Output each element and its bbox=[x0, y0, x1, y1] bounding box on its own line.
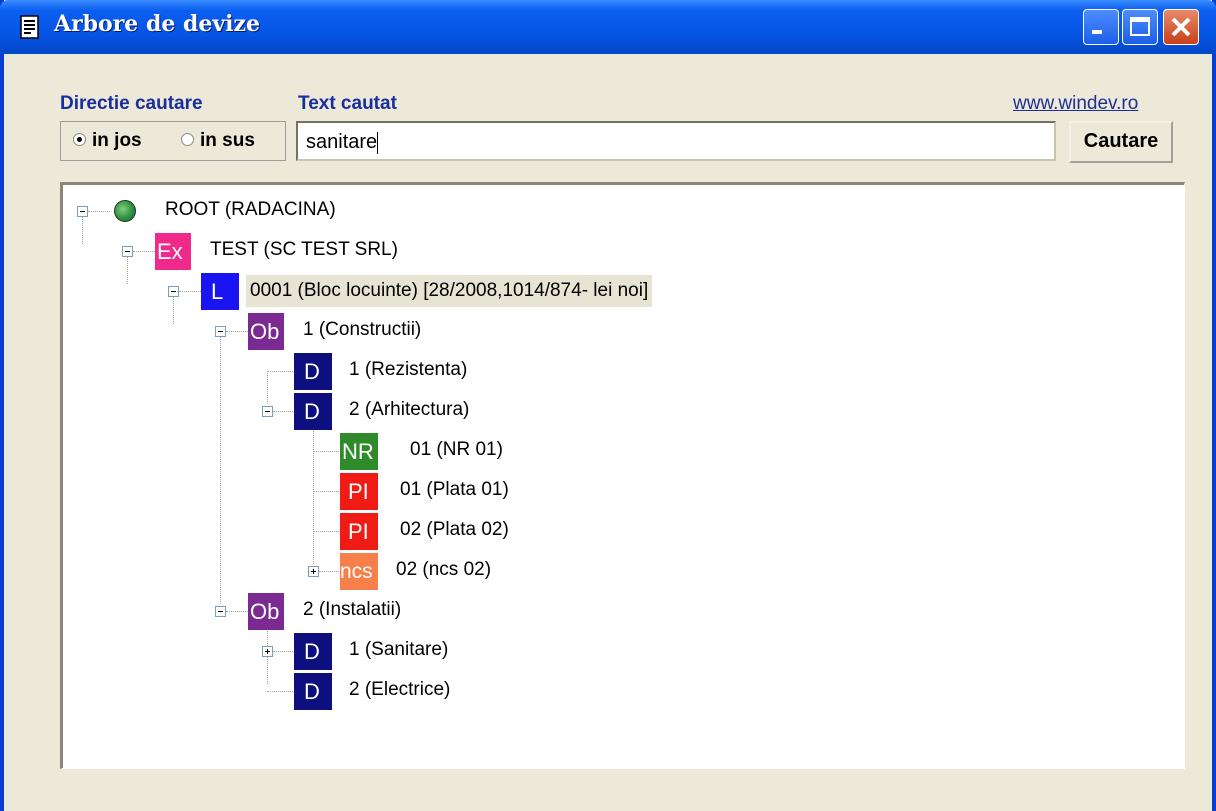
tree-node-label[interactable]: 1 (Sanitare) bbox=[349, 639, 448, 661]
deviz-node-icon: D bbox=[294, 353, 332, 390]
deviz-node-icon: D bbox=[294, 673, 332, 710]
search-button-label: Cautare bbox=[1083, 130, 1159, 152]
tree-node-label[interactable]: 2 (Arhitectura) bbox=[349, 399, 469, 421]
payment-node-icon: PI bbox=[340, 473, 378, 510]
maximize-button[interactable] bbox=[1122, 9, 1158, 45]
tree-connector bbox=[267, 371, 295, 372]
search-text-label: Text cautat bbox=[298, 93, 397, 114]
tree-connector bbox=[226, 331, 248, 332]
tree-connector bbox=[313, 411, 314, 564]
tree-node-label-selected[interactable]: 0001 (Bloc locuinte) [28/2008,1014/874- … bbox=[246, 275, 653, 307]
nr-node-icon: NR bbox=[340, 433, 378, 470]
tree-connector bbox=[273, 411, 295, 412]
tree-node-label[interactable]: TEST (SC TEST SRL) bbox=[210, 239, 398, 261]
tree-connector bbox=[220, 331, 221, 604]
tree-connector bbox=[88, 211, 110, 212]
deviz-node-icon: D bbox=[294, 393, 332, 430]
direction-radio-group: in jos in sus bbox=[60, 121, 286, 161]
minimize-button[interactable] bbox=[1083, 9, 1119, 45]
expand-icon[interactable] bbox=[308, 566, 319, 577]
tree-connector bbox=[267, 691, 295, 692]
tree-node-label[interactable]: 02 (ncs 02) bbox=[396, 559, 491, 581]
tree-node-label[interactable]: 1 (Constructii) bbox=[303, 319, 421, 341]
tree-node-label[interactable]: 01 (Plata 01) bbox=[400, 479, 509, 501]
maximize-icon bbox=[1130, 17, 1150, 36]
payment-node-icon: PI bbox=[340, 513, 378, 550]
tree-connector bbox=[319, 571, 341, 572]
location-node-icon: L bbox=[201, 273, 239, 310]
tree-view[interactable]: ROOT (RADACINA) Ex TEST (SC TEST SRL) L … bbox=[60, 182, 1185, 769]
collapse-icon[interactable] bbox=[215, 606, 226, 617]
radio-down[interactable]: in jos bbox=[73, 130, 142, 152]
tree-connector bbox=[133, 251, 155, 252]
collapse-icon[interactable] bbox=[122, 246, 133, 257]
radio-up-label: in sus bbox=[200, 130, 255, 151]
close-icon bbox=[1171, 17, 1191, 37]
close-button[interactable] bbox=[1163, 9, 1199, 45]
website-link[interactable]: www.windev.ro bbox=[1013, 93, 1138, 115]
deviz-node-icon: D bbox=[294, 633, 332, 670]
title-bar: Arbore de devize bbox=[0, 0, 1216, 54]
tree-node-label[interactable]: 2 (Electrice) bbox=[349, 679, 450, 701]
tree-connector bbox=[313, 451, 341, 452]
tree-connector bbox=[179, 291, 201, 292]
radio-down-label: in jos bbox=[92, 130, 142, 151]
ncs-node-icon: ncs bbox=[340, 553, 378, 590]
collapse-icon[interactable] bbox=[215, 326, 226, 337]
expense-node-icon: Ex bbox=[155, 233, 191, 270]
tree-connector bbox=[313, 531, 341, 532]
radio-unselected-icon bbox=[181, 133, 194, 147]
globe-icon bbox=[114, 200, 136, 222]
tree-connector bbox=[226, 611, 248, 612]
radio-selected-icon bbox=[73, 133, 86, 147]
search-button[interactable]: Cautare bbox=[1069, 121, 1173, 163]
tree-node-label[interactable]: ROOT (RADACINA) bbox=[165, 199, 336, 221]
tree-node-label[interactable]: 2 (Instalatii) bbox=[303, 599, 401, 621]
direction-label: Directie cautare bbox=[60, 93, 203, 114]
tree-node-label[interactable]: 02 (Plata 02) bbox=[400, 519, 509, 541]
document-icon bbox=[20, 15, 39, 39]
radio-up[interactable]: in sus bbox=[181, 130, 255, 152]
tree-connector bbox=[313, 491, 341, 492]
text-caret bbox=[377, 131, 379, 154]
collapse-icon[interactable] bbox=[77, 206, 88, 217]
collapse-icon[interactable] bbox=[168, 286, 179, 297]
window-title: Arbore de devize bbox=[54, 11, 261, 37]
object-node-icon: Ob bbox=[248, 593, 284, 630]
tree-node-label[interactable]: 1 (Rezistenta) bbox=[349, 359, 467, 381]
search-input-value: sanitare bbox=[306, 131, 378, 153]
tree-connector bbox=[273, 651, 295, 652]
search-input[interactable]: sanitare bbox=[296, 121, 1056, 161]
object-node-icon: Ob bbox=[248, 313, 284, 350]
collapse-icon[interactable] bbox=[262, 406, 273, 417]
expand-icon[interactable] bbox=[262, 646, 273, 657]
tree-node-label[interactable]: 01 (NR 01) bbox=[410, 439, 503, 461]
minimize-icon bbox=[1092, 30, 1102, 34]
tree-connector bbox=[267, 371, 268, 404]
